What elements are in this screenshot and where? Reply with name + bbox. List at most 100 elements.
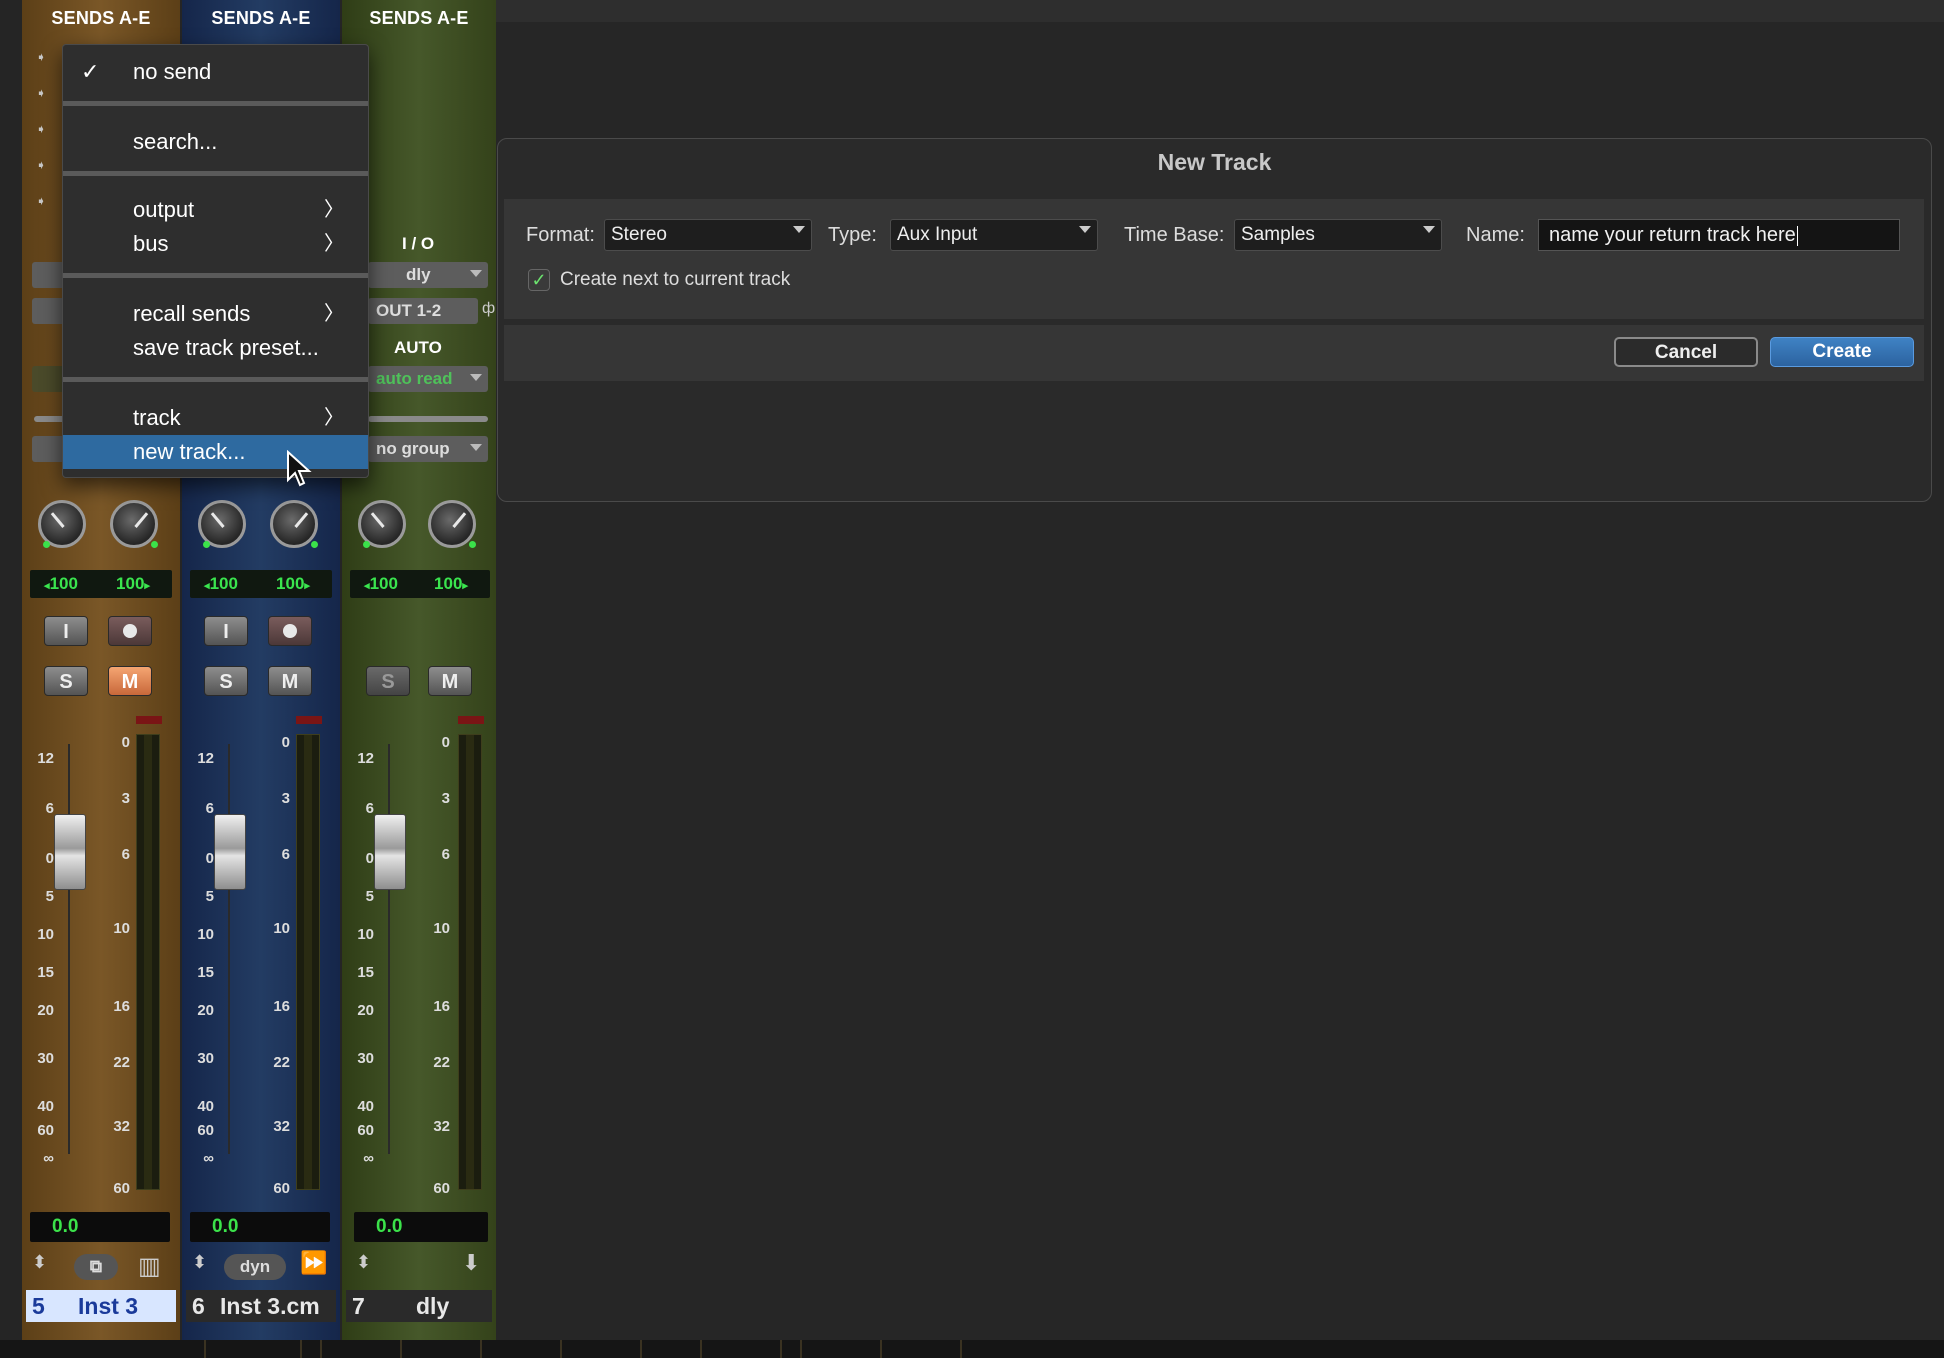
mute-button[interactable]: M — [428, 666, 472, 696]
menu-item-new-track[interactable]: new track... — [63, 435, 368, 469]
volume-fader[interactable] — [54, 814, 86, 890]
output-selector[interactable]: OUT 1-2 — [368, 298, 478, 324]
volume-display[interactable]: 0.0 — [354, 1212, 488, 1242]
create-next-checkbox[interactable]: ✓ — [528, 269, 550, 291]
clip-indicator[interactable] — [136, 716, 162, 724]
menu-item-label: save track preset... — [133, 335, 319, 360]
send-assignment-menu: ✓ no send search... output 〉 bus 〉 recall … — [62, 44, 369, 478]
sends-header[interactable]: SENDS A-E — [342, 8, 496, 29]
volume-fader[interactable] — [214, 814, 246, 890]
pan-right-value[interactable]: 100 — [434, 574, 462, 593]
track-height-arrows-icon[interactable]: ⬍ — [192, 1252, 207, 1273]
fader-scale-label: 40 — [197, 1098, 214, 1115]
pan-left-value[interactable]: 100 — [50, 574, 78, 593]
type-value: Aux Input — [897, 224, 978, 245]
solo-button[interactable]: S — [44, 666, 88, 696]
fast-forward-icon[interactable]: ⏩ — [300, 1250, 327, 1276]
time-base-value: Samples — [1241, 224, 1315, 245]
input-monitor-button[interactable]: I — [204, 616, 248, 646]
track-name-plate[interactable]: 7 dly — [346, 1290, 492, 1322]
send-slot-b-icon[interactable]: ➧ — [36, 86, 46, 100]
pan-right-value[interactable]: 100 — [276, 574, 304, 593]
pan-knob-left[interactable] — [358, 500, 406, 548]
pan-knob-right[interactable] — [428, 500, 476, 548]
fader-scale-label: 12 — [357, 750, 374, 767]
menu-item-label: no send — [133, 59, 212, 84]
midi-keyboard-icon[interactable]: ▥ — [138, 1252, 161, 1281]
track-name-input[interactable]: name your return track here — [1538, 219, 1900, 251]
send-slot-c-icon[interactable]: ➧ — [36, 122, 46, 136]
pan-left-value[interactable]: 100 — [370, 574, 398, 593]
input-value: dly — [406, 265, 431, 284]
sends-header[interactable]: SENDS A-E — [182, 8, 340, 29]
track-name-plate[interactable]: 5 Inst 3 — [26, 1290, 176, 1322]
track-height-arrows-icon[interactable]: ⬍ — [32, 1252, 47, 1273]
fader-scale-label: 15 — [357, 964, 374, 981]
fader-scale-label: 40 — [357, 1098, 374, 1115]
track-number: 5 — [32, 1293, 45, 1319]
menu-item-save-track-preset[interactable]: save track preset... — [63, 331, 368, 365]
volume-fader[interactable] — [374, 814, 406, 890]
meter-scale-label: 22 — [433, 1054, 450, 1071]
create-button[interactable]: Create — [1770, 337, 1914, 367]
mute-button[interactable]: M — [108, 666, 152, 696]
track-name-plate[interactable]: 6 Inst 3.cm — [186, 1290, 336, 1322]
solo-button[interactable]: S — [204, 666, 248, 696]
solo-button[interactable]: S — [366, 666, 410, 696]
fader-scale-label: ∞ — [363, 1150, 374, 1167]
send-slot-e-icon[interactable]: ➧ — [36, 194, 46, 208]
fader-track — [68, 744, 70, 1154]
menu-item-output[interactable]: output 〉 — [63, 193, 368, 227]
menu-separator — [63, 171, 368, 176]
track-height-arrows-icon[interactable]: ⬍ — [356, 1252, 371, 1273]
menu-item-label: output — [133, 197, 195, 222]
sends-header[interactable]: SENDS A-E — [22, 8, 180, 29]
divider — [368, 416, 488, 422]
record-enable-button[interactable] — [268, 616, 312, 646]
menu-item-recall-sends[interactable]: recall sends 〉 — [63, 297, 368, 331]
pan-knob-left[interactable] — [38, 500, 86, 548]
output-link-icon[interactable]: ф — [482, 300, 495, 318]
new-track-dialog: New Track Format: Stereo Type: Aux Input… — [497, 138, 1932, 502]
menu-item-track[interactable]: track 〉 — [63, 401, 368, 435]
pan-right-arrow-icon: ▸ — [304, 580, 310, 592]
type-select[interactable]: Aux Input — [890, 219, 1098, 251]
volume-display[interactable]: 0.0 — [190, 1212, 330, 1242]
fader-scale-label: 5 — [365, 888, 374, 905]
send-slot-a-icon[interactable]: ➧ — [36, 50, 46, 64]
level-meter — [296, 734, 320, 1190]
record-enable-button[interactable] — [108, 616, 152, 646]
pan-knob-right[interactable] — [270, 500, 318, 548]
dropdown-arrow-icon — [1079, 226, 1091, 233]
pan-left-value[interactable]: 100 — [210, 574, 238, 593]
text-caret — [1796, 225, 1798, 246]
chevron-right-icon: 〉 — [324, 199, 344, 221]
pan-knob-left[interactable] — [198, 500, 246, 548]
track-name: Inst 3.cm — [220, 1293, 320, 1319]
clip-indicator[interactable] — [458, 716, 484, 724]
group-selector[interactable]: no group — [368, 436, 488, 462]
group-value: no group — [376, 439, 450, 458]
input-selector[interactable]: dly — [368, 262, 488, 288]
menu-item-label: search... — [133, 129, 218, 154]
clip-indicator[interactable] — [296, 716, 322, 724]
send-slot-d-icon[interactable]: ➧ — [36, 158, 46, 172]
menu-item-search[interactable]: search... — [63, 125, 368, 159]
menu-item-bus[interactable]: bus 〉 — [63, 227, 368, 261]
meter-scale-label: 3 — [281, 790, 290, 807]
meter-scale-label: 0 — [441, 734, 450, 751]
pan-knob-right[interactable] — [110, 500, 158, 548]
time-base-select[interactable]: Samples — [1234, 219, 1442, 251]
cancel-button[interactable]: Cancel — [1614, 337, 1758, 367]
menu-item-no-send[interactable]: ✓ no send — [63, 55, 368, 89]
down-arrow-icon[interactable]: ⬇ — [462, 1250, 480, 1276]
volume-display[interactable]: 0.0 — [30, 1212, 170, 1242]
input-monitor-button[interactable]: I — [44, 616, 88, 646]
mute-button[interactable]: M — [268, 666, 312, 696]
dynamics-button[interactable]: dyn — [224, 1254, 286, 1280]
auto-mode-value: auto read — [376, 369, 453, 388]
pan-right-value[interactable]: 100 — [116, 574, 144, 593]
instrument-view-icon[interactable]: ⧉ — [74, 1254, 118, 1280]
format-select[interactable]: Stereo — [604, 219, 812, 251]
automation-mode-selector[interactable]: auto read — [368, 366, 488, 392]
